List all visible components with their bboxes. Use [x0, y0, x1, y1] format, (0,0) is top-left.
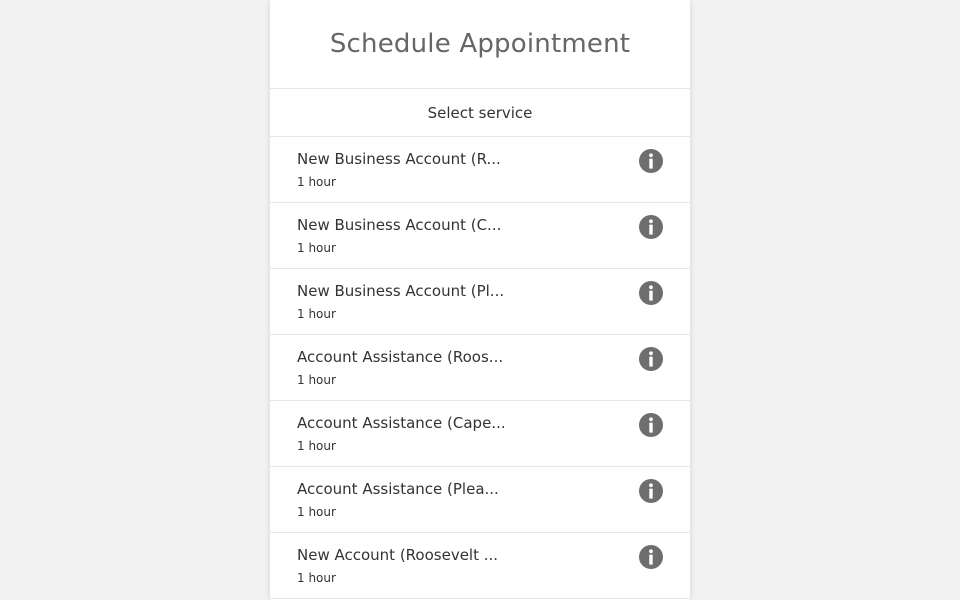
info-icon[interactable]	[639, 281, 663, 305]
service-title: New Business Account (R...	[297, 150, 501, 168]
service-duration: 1 hour	[297, 571, 336, 585]
service-title: New Account (Roosevelt ...	[297, 546, 499, 564]
service-duration: 1 hour	[297, 439, 336, 453]
info-icon[interactable]	[639, 479, 663, 503]
page-title: Schedule Appointment	[329, 29, 631, 59]
service-title: New Business Account (C...	[297, 216, 502, 234]
service-title: New Business Account (Pl...	[297, 282, 505, 300]
service-title: Account Assistance (Roos...	[297, 348, 504, 366]
info-icon[interactable]	[639, 545, 663, 569]
info-icon[interactable]	[639, 413, 663, 437]
service-item[interactable]: Account Assistance (Roos... 1 hour	[270, 335, 690, 401]
service-item[interactable]: Account Assistance (Cape... 1 hour	[270, 401, 690, 467]
appointment-card: Schedule Appointment Select service New …	[270, 0, 690, 600]
service-item[interactable]: New Business Account (C... 1 hour	[270, 203, 690, 269]
service-duration: 1 hour	[297, 175, 336, 189]
service-duration: 1 hour	[297, 307, 336, 321]
service-list: New Business Account (R... 1 hour New Bu…	[270, 137, 690, 599]
page-header: Schedule Appointment	[270, 0, 690, 89]
info-icon[interactable]	[639, 149, 663, 173]
service-item[interactable]: Account Assistance (Plea... 1 hour	[270, 467, 690, 533]
service-item[interactable]: New Account (Roosevelt ... 1 hour	[270, 533, 690, 599]
service-title: Account Assistance (Cape...	[297, 414, 506, 432]
section-heading: Select service	[270, 89, 690, 137]
service-item[interactable]: New Business Account (Pl... 1 hour	[270, 269, 690, 335]
service-title: Account Assistance (Plea...	[297, 480, 499, 498]
service-duration: 1 hour	[297, 373, 336, 387]
service-duration: 1 hour	[297, 505, 336, 519]
select-service-label: Select service	[427, 103, 533, 122]
service-item[interactable]: New Business Account (R... 1 hour	[270, 137, 690, 203]
service-duration: 1 hour	[297, 241, 336, 255]
info-icon[interactable]	[639, 215, 663, 239]
info-icon[interactable]	[639, 347, 663, 371]
